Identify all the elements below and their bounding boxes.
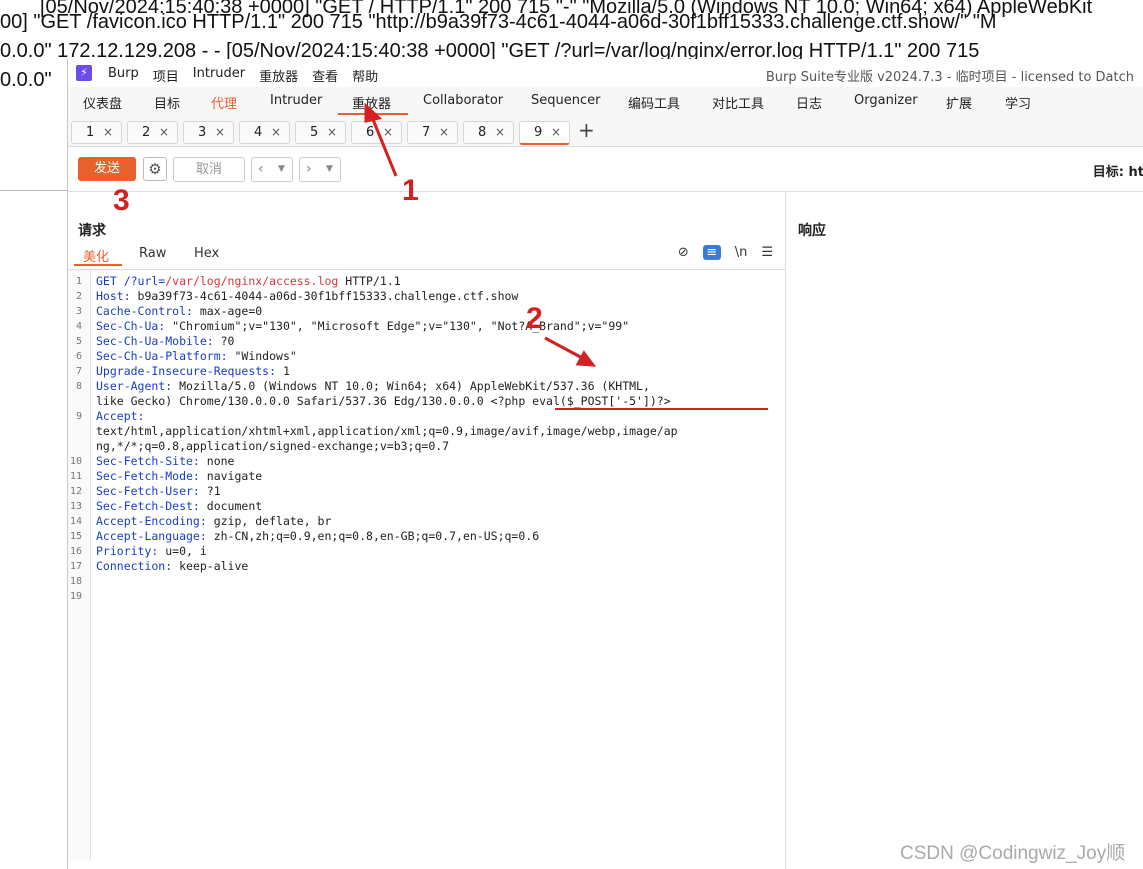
annotation-overlay — [364, 102, 768, 410]
annotation-arrow — [370, 116, 398, 177]
annotation-number: 1 — [402, 174, 419, 207]
annotation-number: 3 — [113, 184, 130, 217]
watermark: CSDN @Codingwiz_Joy顺 — [900, 843, 1126, 864]
annotation-arrowhead — [364, 102, 383, 123]
annotation-arrow — [544, 336, 587, 362]
annotation-arrowhead — [575, 350, 597, 367]
annotation-number: 2 — [526, 302, 543, 335]
